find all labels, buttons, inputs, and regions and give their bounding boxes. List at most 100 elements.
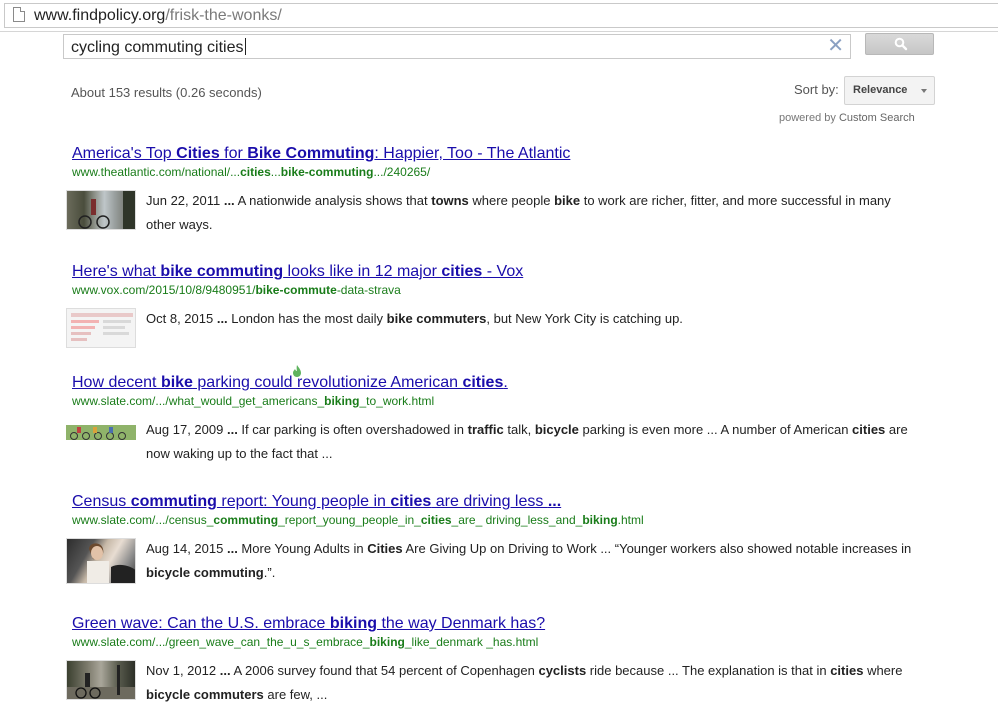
highlighted-term: Cities	[367, 541, 403, 556]
text-segment: looks like in 12 major	[283, 263, 442, 280]
text-segment: talk,	[503, 422, 535, 437]
highlighted-term: cities	[441, 263, 483, 280]
highlighted-term: ...	[216, 311, 228, 326]
street-cyclists-photo-icon	[67, 665, 135, 699]
sort-value: Relevance	[853, 84, 908, 96]
page-icon	[13, 7, 25, 22]
result-title-link[interactable]: How decent bike parking could revolution…	[72, 373, 508, 393]
text-segment: parking could revolutionize American	[192, 374, 463, 391]
text-segment: Aug 14, 2015	[146, 541, 227, 556]
search-result: Census commuting report: Young people in…	[66, 492, 936, 592]
text-segment: Aug 17, 2009	[146, 422, 227, 437]
search-icon	[894, 37, 908, 51]
text-segment: www.slate.com/.../what_would_get_america…	[72, 394, 325, 408]
result-url: www.slate.com/.../census_commuting_repor…	[72, 513, 644, 528]
highlighted-term: ...	[219, 663, 231, 678]
data-chart-thumbnail-icon	[71, 313, 133, 341]
search-button[interactable]	[865, 33, 934, 55]
search-query[interactable]: cycling commuting cities	[71, 38, 246, 57]
text-segment: : Happier, Too - The Atlantic	[374, 145, 571, 162]
text-segment: parking is even more ... A number of Ame…	[578, 422, 853, 437]
text-segment: More Young Adults in	[237, 541, 368, 556]
search-result: Green wave: Can the U.S. embrace biking …	[66, 614, 936, 702]
text-segment: _like_denmark _has.html	[404, 635, 539, 649]
highlighted-term: Bike Commuting	[247, 145, 375, 162]
text-segment: .	[503, 374, 508, 391]
text-caret	[244, 38, 246, 55]
search-input[interactable]: cycling commuting cities ✕	[63, 34, 851, 59]
result-snippet: Aug 17, 2009 ... If car parking is often…	[146, 418, 916, 466]
highlighted-term: bike-commute	[255, 283, 337, 297]
text-segment: A nationwide analysis shows that	[234, 193, 432, 208]
result-title-link[interactable]: Here's what bike commuting looks like in…	[72, 262, 523, 282]
highlighted-term: Cities	[176, 145, 220, 162]
result-thumbnail[interactable]	[66, 538, 136, 584]
highlighted-term: cities	[390, 493, 432, 510]
sort-label: Sort by:	[794, 82, 839, 97]
highlighted-term: ...	[226, 541, 238, 556]
text-segment: www.slate.com/.../green_wave_can_the_u_s…	[72, 635, 370, 649]
highlighted-term: bicycle	[534, 422, 579, 437]
url-field[interactable]: www.findpolicy.org/frisk-the-wonks/	[4, 3, 998, 28]
text-segment: Jun 22, 2011	[146, 193, 224, 208]
highlighted-term: cyclists	[538, 663, 587, 678]
result-title-link[interactable]: Census commuting report: Young people in…	[72, 492, 561, 512]
result-snippet: Oct 8, 2015 ... London has the most dail…	[146, 307, 916, 331]
highlighted-term: traffic	[467, 422, 504, 437]
result-thumbnail[interactable]	[66, 423, 136, 443]
sort-dropdown[interactable]: Relevance	[844, 76, 935, 105]
highlighted-term: biking	[324, 394, 360, 408]
text-segment: www.theatlantic.com/national/...	[72, 165, 241, 179]
highlighted-term: cities	[830, 663, 864, 678]
text-segment: Green wave: Can the U.S. embrace	[72, 615, 330, 632]
highlighted-term: ...	[226, 422, 238, 437]
result-title-link[interactable]: Green wave: Can the U.S. embrace biking …	[72, 614, 545, 634]
text-segment: are driving less	[431, 493, 548, 510]
text-segment: where people	[468, 193, 555, 208]
browser-address-bar: www.findpolicy.org/frisk-the-wonks/	[0, 0, 998, 32]
result-snippet: Aug 14, 2015 ... More Young Adults in Ci…	[146, 537, 916, 585]
url-text: www.findpolicy.org/frisk-the-wonks/	[34, 7, 282, 25]
text-segment: London has the most daily	[227, 311, 387, 326]
text-segment: How decent	[72, 374, 161, 391]
text-segment: _report_young_people_in_	[278, 513, 421, 527]
highlighted-term: bike-commuting	[280, 165, 374, 179]
highlighted-term: ...	[547, 493, 562, 510]
highlighted-term: bicycle commuters	[146, 687, 264, 702]
text-segment: , but New York City is catching up.	[486, 311, 683, 326]
result-snippet: Jun 22, 2011 ... A nationwide analysis s…	[146, 189, 916, 237]
result-title-link[interactable]: America's Top Cities for Bike Commuting:…	[72, 144, 570, 164]
highlighted-term: commuting	[130, 493, 217, 510]
text-segment: If car parking is often overshadowed in	[237, 422, 468, 437]
highlighted-term: cities	[240, 165, 271, 179]
result-thumbnail[interactable]	[66, 660, 136, 700]
search-query-text: cycling commuting cities	[71, 39, 244, 56]
text-segment: A 2006 survey found that 54 percent of C…	[230, 663, 539, 678]
bike-rack-photo-icon	[66, 425, 136, 440]
text-segment: report: Young people in	[216, 493, 391, 510]
cyclist-photo-icon	[78, 191, 135, 229]
text-segment: - Vox	[482, 263, 524, 280]
custom-search-link[interactable]: Custom Search	[839, 112, 915, 124]
highlighted-term: biking	[369, 635, 405, 649]
text-segment: -data-strava	[336, 283, 401, 297]
highlighted-term: ...	[223, 193, 235, 208]
driver-photo-icon	[87, 543, 135, 583]
text-segment: America's Top	[72, 145, 177, 162]
result-thumbnail[interactable]	[66, 308, 136, 348]
text-segment: _are_ driving_less_and_	[451, 513, 583, 527]
text-segment: where	[863, 663, 903, 678]
text-segment: for	[219, 145, 248, 162]
clear-icon[interactable]: ✕	[827, 35, 844, 57]
search-result: America's Top Cities for Bike Commuting:…	[66, 144, 936, 244]
highlighted-term: bike	[160, 374, 193, 391]
highlighted-term: commuting	[213, 513, 279, 527]
result-url: www.theatlantic.com/national/...cities..…	[72, 165, 430, 180]
highlighted-term: bike commuting	[160, 263, 284, 280]
text-segment: the way Denmark has?	[377, 615, 546, 632]
url-host: www.findpolicy.org	[34, 7, 166, 24]
text-segment: Here's what	[72, 263, 161, 280]
highlighted-term: biking	[329, 615, 378, 632]
highlighted-term: bicycle commuting	[146, 565, 264, 580]
result-thumbnail[interactable]	[66, 190, 136, 230]
